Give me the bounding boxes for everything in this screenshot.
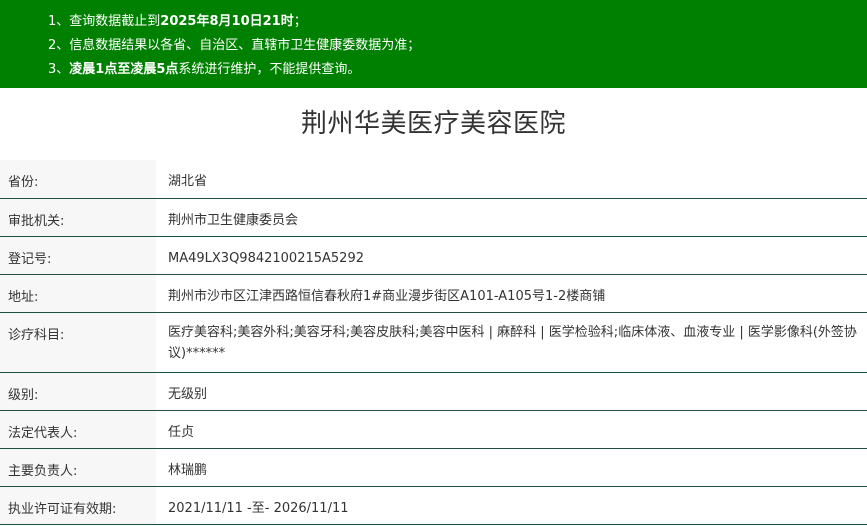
table-row-approval-authority: 审批机关: 荆州市卫生健康委员会 (0, 198, 867, 237)
row-label: 登记号: (0, 236, 156, 275)
hospital-info-table: 省份: 湖北省 审批机关: 荆州市卫生健康委员会 登记号: MA49LX3Q98… (0, 160, 867, 525)
notice-line-2: 2、信息数据结果以各省、自治区、直辖市卫生健康委数据为准； (48, 34, 867, 58)
table-row-departments: 诊疗科目: 医疗美容科;美容外科;美容牙科;美容皮肤科;美容中医科 | 麻醉科 … (0, 312, 867, 373)
notice-text: 信息数据结果以各省、自治区、直辖市卫生健康委数据为准； (69, 38, 421, 53)
row-value: MA49LX3Q9842100215A5292 (156, 236, 867, 275)
row-label: 省份: (0, 160, 156, 199)
table-row-principal: 主要负责人: 林瑞鹏 (0, 448, 867, 487)
notice-line-1: 1、查询数据截止到2025年8月10日21时； (48, 10, 867, 34)
row-label: 主要负责人: (0, 448, 156, 487)
table-row-address: 地址: 荆州市沙市区江津西路恒信春秋府1#商业漫步街区A101-A105号1-2… (0, 274, 867, 313)
notice-bold-text: 2025年8月10日21时 (160, 14, 294, 29)
table-row-license-validity: 执业许可证有效期: 2021/11/11 -至- 2026/11/11 (0, 486, 867, 525)
table-row-registration-number: 登记号: MA49LX3Q9842100215A5292 (0, 236, 867, 275)
row-value: 林瑞鹏 (156, 448, 867, 487)
row-label: 审批机关: (0, 198, 156, 237)
notice-text: ； (293, 14, 307, 29)
notice-number: 1、 (48, 14, 70, 29)
notice-number: 3、 (48, 62, 70, 77)
row-value: 荆州市沙市区江津西路恒信春秋府1#商业漫步街区A101-A105号1-2楼商铺 (156, 274, 867, 313)
table-row-level: 级别: 无级别 (0, 372, 867, 411)
page-title: 荆州华美医疗美容医院 (300, 109, 566, 139)
notice-line-3: 3、凌晨1点至凌晨5点系统进行维护，不能提供查询。 (48, 58, 867, 82)
table-row-province: 省份: 湖北省 (0, 160, 867, 199)
row-value: 荆州市卫生健康委员会 (156, 198, 867, 237)
table-row-legal-representative: 法定代表人: 任贞 (0, 410, 867, 449)
row-value: 湖北省 (156, 160, 867, 199)
notice-banner: 1、查询数据截止到2025年8月10日21时； 2、信息数据结果以各省、自治区、… (0, 0, 867, 88)
notice-bold-text: 凌晨1点至凌晨5点 (69, 62, 179, 77)
row-value: 2021/11/11 -至- 2026/11/11 (156, 486, 867, 525)
departments-text: 医疗美容科;美容外科;美容牙科;美容皮肤科;美容中医科 | 麻醉科 | 医学检验… (168, 324, 857, 361)
row-value: 任贞 (156, 410, 867, 449)
row-label: 法定代表人: (0, 410, 156, 449)
notice-text: 查询数据截止到 (69, 14, 161, 29)
row-label: 地址: (0, 274, 156, 313)
row-label: 诊疗科目: (0, 312, 156, 373)
notice-number: 2、 (48, 38, 70, 53)
row-label: 级别: (0, 372, 156, 411)
row-value: 医疗美容科;美容外科;美容牙科;美容皮肤科;美容中医科 | 麻醉科 | 医学检验… (156, 312, 867, 373)
notice-text: 系统进行维护，不能提供查询。 (178, 62, 361, 77)
row-label: 执业许可证有效期: (0, 486, 156, 525)
row-value: 无级别 (156, 372, 867, 411)
